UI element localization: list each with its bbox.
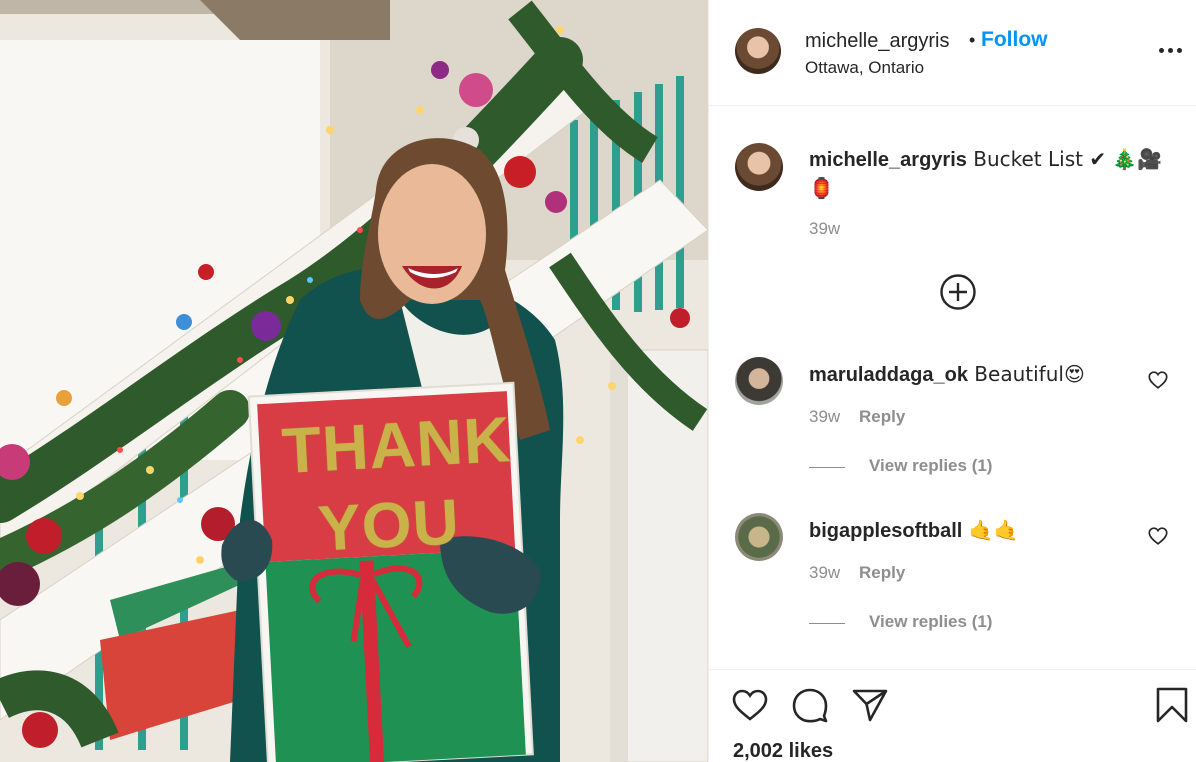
caption-text: Bucket List ✔ 🎄🎥 — [966, 147, 1163, 171]
instagram-post-modal: THANK YOU michelle_argyris • Follow Otta… — [0, 0, 1196, 762]
caption-username[interactable]: michelle_argyris — [809, 149, 967, 171]
comment-timestamp[interactable]: 39w — [809, 407, 840, 427]
sign-text-you: YOU — [316, 485, 462, 565]
commenter-avatar[interactable] — [735, 357, 783, 405]
post-actions: 2,002 likes — [709, 669, 1196, 762]
post-location[interactable]: Ottawa, Ontario — [805, 58, 924, 78]
comment-text: 🤙🤙 — [962, 518, 1019, 542]
post-photo[interactable]: THANK YOU — [0, 0, 708, 762]
like-comment-heart-icon[interactable] — [1147, 525, 1169, 547]
comments-section[interactable]: michelle_argyris Bucket List ✔ 🎄🎥 🏮 39w … — [709, 107, 1196, 669]
caption-timestamp[interactable]: 39w — [809, 219, 840, 239]
more-options-icon[interactable] — [1159, 44, 1187, 56]
comment-item: maruladdaga_ok Beautiful😍 39w Reply View… — [709, 357, 1196, 513]
comment-body: bigapplesoftball 🤙🤙 — [809, 516, 1019, 545]
comment-username[interactable]: maruladdaga_ok — [809, 364, 968, 386]
caption-text-line2: 🏮 — [809, 176, 834, 200]
comment-timestamp[interactable]: 39w — [809, 563, 840, 583]
separator-dot: • — [969, 30, 976, 50]
post-side-panel: michelle_argyris • Follow Ottawa, Ontari… — [708, 0, 1196, 762]
follow-button[interactable]: Follow — [981, 28, 1048, 52]
share-send-icon[interactable] — [851, 686, 889, 724]
comment-item: bigapplesoftball 🤙🤙 39w Reply View repli… — [709, 513, 1196, 669]
comment-body: maruladdaga_ok Beautiful😍 — [809, 360, 1085, 389]
replies-divider — [809, 623, 845, 624]
comment-bubble-icon[interactable] — [791, 686, 829, 724]
caption-author-avatar[interactable] — [735, 143, 783, 191]
save-bookmark-icon[interactable] — [1153, 686, 1191, 724]
author-avatar[interactable] — [735, 28, 781, 74]
view-replies-button[interactable]: View replies (1) — [869, 612, 992, 632]
author-username[interactable]: michelle_argyris — [805, 30, 950, 53]
like-heart-icon[interactable] — [731, 686, 769, 724]
caption: michelle_argyris Bucket List ✔ 🎄🎥 🏮 — [809, 145, 1169, 203]
sign-text-thank: THANK — [280, 403, 513, 487]
comment-username[interactable]: bigapplesoftball — [809, 520, 962, 542]
reply-button[interactable]: Reply — [859, 563, 905, 583]
post-photo-illustration — [0, 0, 708, 762]
post-header: michelle_argyris • Follow Ottawa, Ontari… — [709, 0, 1196, 106]
comment-text: Beautiful😍 — [967, 362, 1085, 386]
like-comment-heart-icon[interactable] — [1147, 369, 1169, 391]
reply-button[interactable]: Reply — [859, 407, 905, 427]
load-more-comments-icon[interactable] — [939, 273, 977, 311]
view-replies-button[interactable]: View replies (1) — [869, 456, 992, 476]
replies-divider — [809, 467, 845, 468]
commenter-avatar[interactable] — [735, 513, 783, 561]
likes-count[interactable]: 2,002 likes — [733, 740, 833, 762]
